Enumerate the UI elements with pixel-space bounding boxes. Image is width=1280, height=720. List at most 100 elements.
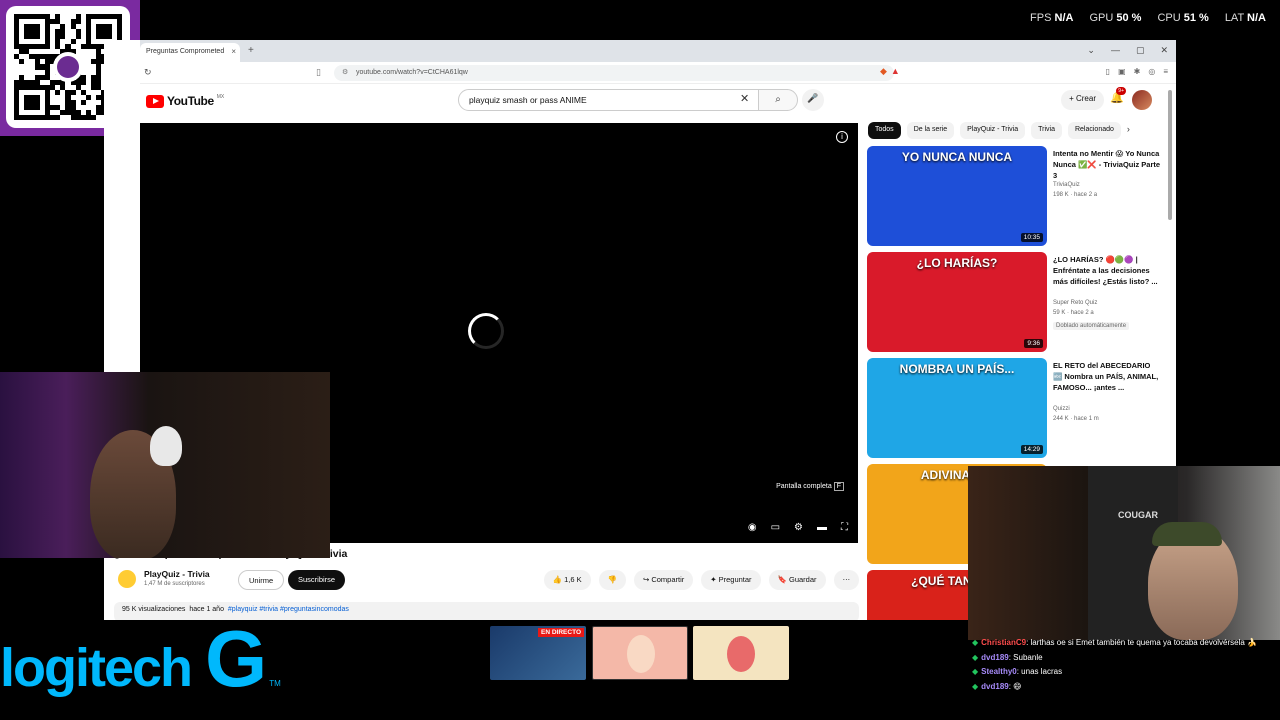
- chat-message: ◆ dvd189: 😄: [972, 681, 1022, 691]
- recommended-video[interactable]: NOMBRA UN PAÍS... 14:29 EL RETO del ABEC…: [867, 358, 1167, 460]
- headphones-icon: [150, 426, 182, 466]
- share-button[interactable]: ↪ Compartir: [633, 570, 694, 590]
- subtitles-icon[interactable]: ▭: [771, 522, 780, 533]
- tab-close-icon[interactable]: ×: [231, 47, 236, 56]
- site-info-icon[interactable]: ⚙: [342, 68, 348, 76]
- dislike-button[interactable]: 👎: [598, 570, 626, 590]
- streamer-webcam-left: [0, 372, 330, 558]
- view-count: 95 K visualizaciones: [122, 606, 186, 613]
- reload-icon[interactable]: ↻: [144, 67, 152, 78]
- recommended-video[interactable]: ¿LO HARÍAS? 9:36 ¿LO HARÍAS? 🔴🟢🟣 | Enfré…: [867, 252, 1167, 354]
- save-button[interactable]: 🔖 Guardar: [768, 570, 826, 590]
- new-tab-button[interactable]: +: [248, 45, 254, 56]
- ask-button[interactable]: ✦ Preguntar: [701, 570, 761, 590]
- autoplay-toggle-icon[interactable]: ◉: [748, 522, 757, 533]
- theater-mode-icon[interactable]: ▬: [817, 522, 827, 533]
- video-thumbnail[interactable]: ¿LO HARÍAS? 9:36: [867, 252, 1047, 352]
- hashtags[interactable]: #playquiz #trivia #preguntasincomodas: [228, 606, 349, 613]
- streamer-webcam-right: COUGAR: [968, 466, 1280, 640]
- user-avatar[interactable]: [1132, 90, 1152, 110]
- rec-channel[interactable]: TriviaQuiz: [1053, 182, 1080, 188]
- tab-search-icon[interactable]: ⌄: [1087, 45, 1095, 56]
- bookmark-icon[interactable]: ▯: [316, 67, 321, 78]
- browser-tab[interactable]: Preguntas Comprometed ×: [140, 43, 240, 62]
- brave-shield-icon[interactable]: ◆: [880, 66, 887, 77]
- search-icon: ⌕: [775, 94, 781, 105]
- video-thumbnail[interactable]: YO NUNCA NUNCA 10:35: [867, 146, 1047, 246]
- brave-rewards-icon[interactable]: ▲: [891, 66, 900, 77]
- rec-channel[interactable]: Super Reto Quiz: [1053, 300, 1097, 306]
- chip-de-la-serie[interactable]: De la serie: [906, 122, 955, 139]
- upload-age: hace 1 año: [189, 606, 224, 613]
- fullscreen-icon[interactable]: ⛶: [841, 522, 848, 533]
- restore-icon[interactable]: ▢: [1136, 45, 1145, 56]
- sidebar-icon[interactable]: ▯: [1106, 67, 1110, 76]
- info-icon[interactable]: i: [836, 131, 848, 143]
- url-text: youtube.com/watch?v=CtCHA61lqw: [356, 69, 468, 76]
- recommended-video[interactable]: YO NUNCA NUNCA 10:35 Intenta no Mentir 😱…: [867, 146, 1167, 248]
- create-button[interactable]: + Crear: [1061, 90, 1104, 110]
- menu-icon[interactable]: ≡: [1163, 67, 1168, 76]
- chat-message: ◆ ChristianC9: larthas oe si Emet también…: [972, 638, 1258, 647]
- youtube-header: YouTube MX playquiz smash or pass ANIME …: [140, 86, 1176, 116]
- url-field[interactable]: ⚙ youtube.com/watch?v=CtCHA61lqw: [334, 65, 894, 81]
- like-button[interactable]: 👍 1,6 K: [543, 570, 591, 590]
- tab-title: Preguntas Comprometed: [146, 48, 225, 55]
- wallet-icon[interactable]: ▣: [1118, 67, 1126, 76]
- cap-icon: [1152, 522, 1222, 546]
- channel-name[interactable]: PlayQuiz - Trivia: [144, 569, 210, 579]
- channel-avatar[interactable]: [118, 570, 136, 588]
- logitech-logo: logitech G TM: [0, 614, 281, 703]
- rec-meta: 198 K · hace 2 a: [1053, 192, 1098, 198]
- duration-badge: 9:36: [1024, 339, 1043, 348]
- voice-search-button[interactable]: 🎤: [802, 89, 824, 111]
- chat-message: ◆ Stealthy0: unas lacras: [972, 667, 1063, 676]
- chair-brand: COUGAR: [1118, 510, 1158, 520]
- mic-icon: 🎤: [807, 93, 819, 103]
- chat-message: ◆ dvd189: Subanle: [972, 652, 1043, 662]
- subscriber-count: 1,47 M de suscriptores: [144, 581, 205, 587]
- rec-channel[interactable]: Quizzi: [1053, 406, 1070, 412]
- player-controls: ◉ ▭ ⚙ ▬ ⛶: [748, 522, 848, 533]
- search-button[interactable]: ⌕: [758, 89, 798, 111]
- youtube-play-icon: [146, 94, 164, 108]
- vpn-icon[interactable]: ◎: [1148, 67, 1155, 76]
- subscribe-button[interactable]: Suscribirse: [288, 570, 346, 590]
- chip-playquiz[interactable]: PlayQuiz - Trivia: [960, 122, 1026, 139]
- stream-chat: ◆ ChristianC9: larthas oe si Emet también…: [972, 636, 1272, 694]
- scene-thumbnail-avatar: [592, 626, 688, 680]
- minimize-icon[interactable]: —: [1111, 45, 1120, 56]
- avatar-face-icon: [627, 635, 655, 673]
- rec-meta: 59 K · hace 2 a: [1053, 310, 1094, 316]
- settings-gear-icon[interactable]: ⚙: [794, 522, 803, 533]
- stat-cpu: CPU 51 %: [1157, 12, 1209, 24]
- rec-title[interactable]: ¿LO HARÍAS? 🔴🟢🟣 | Enfréntate a las decis…: [1053, 254, 1161, 287]
- toolbar-icons: ▯ ▣ ✱ ◎ ≡: [1106, 67, 1168, 76]
- join-button[interactable]: Unirme: [238, 570, 285, 590]
- extensions-icon[interactable]: ✱: [1134, 67, 1141, 76]
- chip-todos[interactable]: Todos: [868, 122, 901, 139]
- more-actions-button[interactable]: ⋯: [833, 570, 859, 590]
- extensions: ◆ ▲: [880, 66, 900, 77]
- stream-stats: FPS N/A GPU 50 % CPU 51 % LAT N/A: [1030, 12, 1266, 24]
- chevron-right-icon[interactable]: ›: [1127, 122, 1130, 140]
- window-controls: ⌄ — ▢ ✕: [1087, 45, 1168, 56]
- search-input[interactable]: playquiz smash or pass ANIME: [458, 89, 788, 111]
- clear-search-icon[interactable]: ✕: [740, 92, 749, 105]
- filter-chips: Todos De la serie PlayQuiz - Trivia Triv…: [868, 122, 1168, 140]
- page-scrollbar[interactable]: [1168, 90, 1172, 220]
- stat-lat: LAT N/A: [1224, 12, 1266, 24]
- duration-badge: 14:29: [1020, 445, 1043, 454]
- tab-bar: Preguntas Comprometed × + ⌄ — ▢ ✕: [140, 40, 1176, 62]
- rec-title[interactable]: Intenta no Mentir 😱 Yo Nunca Nunca ✅❌ - …: [1053, 148, 1161, 181]
- chip-trivia[interactable]: Trivia: [1031, 122, 1062, 139]
- channel-row: PlayQuiz - Trivia 1,47 M de suscriptores…: [114, 566, 859, 596]
- youtube-logo[interactable]: YouTube MX: [146, 94, 224, 108]
- scene-thumbnail-live: EN DIRECTO: [490, 626, 586, 680]
- rec-title[interactable]: EL RETO del ABECEDARIO 🔤 Nombra un PAÍS,…: [1053, 360, 1161, 393]
- video-thumbnail[interactable]: NOMBRA UN PAÍS... 14:29: [867, 358, 1047, 458]
- close-window-icon[interactable]: ✕: [1160, 45, 1168, 56]
- duration-badge: 10:35: [1020, 233, 1043, 242]
- scene-thumbnail-mascot: [693, 626, 789, 680]
- chip-relacionado[interactable]: Relacionado: [1067, 122, 1121, 139]
